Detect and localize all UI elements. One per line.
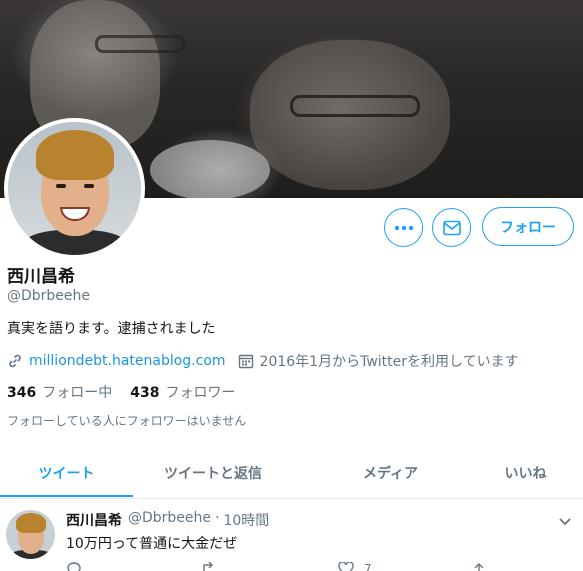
followers-link[interactable]: 438 フォロワー [130, 382, 235, 402]
share-icon[interactable] [472, 562, 486, 571]
tweet-separator: · [215, 510, 220, 526]
profile-website-link[interactable]: milliondebt.hatenablog.com [29, 353, 226, 369]
banner-glasses [290, 95, 420, 117]
banner-highlight [150, 140, 270, 198]
active-tab-indicator [0, 495, 133, 497]
tweet-text: 10万円って普通に大金だぜ [66, 536, 238, 552]
chevron-down-icon[interactable] [558, 512, 572, 531]
tab-tweets-and-replies[interactable]: ツイートと返信 [133, 449, 293, 497]
following-link[interactable]: 346 フォロー中 [7, 382, 112, 402]
reply-icon[interactable] [66, 562, 82, 571]
profile-stats: 346 フォロー中 438 フォロワー [7, 382, 253, 402]
more-icon [394, 225, 413, 230]
tweet-avatar[interactable] [6, 510, 55, 559]
tab-media[interactable]: メディア [293, 449, 488, 497]
tab-tweets[interactable]: ツイート [0, 449, 133, 497]
banner-glasses [95, 35, 185, 53]
mail-icon [442, 220, 461, 235]
followed-by-note: フォローしている人にフォロワーはいません [7, 414, 247, 428]
profile-bio: 真実を語ります。逮捕されました [7, 321, 216, 337]
retweet-icon[interactable] [200, 562, 218, 571]
calendar-icon [238, 354, 253, 369]
joined-date: 2016年1月からTwitterを利用しています [238, 351, 519, 371]
profile-name: 西川昌希 [7, 267, 75, 287]
message-button[interactable] [432, 208, 471, 247]
link-icon [9, 354, 21, 368]
profile-meta: milliondebt.hatenablog.com 2016年1月からTwit… [7, 351, 519, 371]
following-label: フォロー中 [42, 385, 113, 401]
like-button[interactable]: 7 [338, 562, 372, 571]
tweet-author-name[interactable]: 西川昌希 [66, 510, 122, 530]
more-button[interactable] [384, 208, 423, 247]
tweet-header: 西川昌希 @Dbrbeehe · 10時間 [66, 510, 269, 530]
follow-button[interactable]: フォロー [482, 207, 574, 246]
profile-tabs: ツイート ツイートと返信 メディア いいね [0, 449, 583, 499]
followers-count: 438 [130, 385, 160, 401]
profile-avatar[interactable] [4, 118, 145, 259]
joined-date-text: 2016年1月からTwitterを利用しています [259, 354, 519, 370]
tab-likes[interactable]: いいね [488, 449, 563, 497]
heart-icon [338, 562, 354, 571]
followers-label: フォロワー [165, 385, 236, 401]
profile-handle: @Dbrbeehe [7, 288, 91, 304]
tweet-author-handle[interactable]: @Dbrbeehe [128, 510, 211, 530]
tweet[interactable]: 西川昌希 @Dbrbeehe · 10時間 10万円って普通に大金だぜ 7 [0, 500, 583, 571]
tweet-actions: 7 [66, 562, 546, 571]
following-count: 346 [7, 385, 37, 401]
tweet-time[interactable]: 10時間 [223, 510, 269, 530]
like-count: 7 [364, 562, 372, 571]
